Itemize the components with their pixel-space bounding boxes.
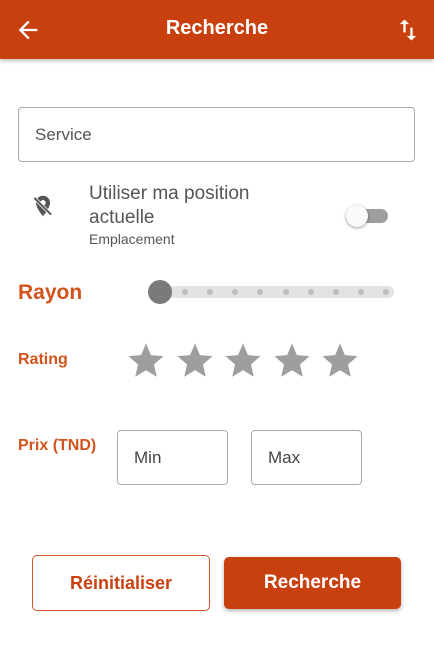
slider-step-dot bbox=[383, 289, 389, 295]
star-icon[interactable] bbox=[221, 340, 265, 382]
swap-vertical-icon[interactable] bbox=[394, 16, 422, 44]
radius-label: Rayon bbox=[18, 281, 83, 304]
use-location-toggle[interactable] bbox=[346, 205, 390, 227]
star-icon[interactable] bbox=[173, 340, 217, 382]
page-title: Recherche bbox=[165, 17, 269, 39]
slider-thumb[interactable] bbox=[148, 280, 172, 304]
app-bar: Recherche bbox=[0, 0, 434, 59]
price-min-input[interactable] bbox=[117, 430, 228, 485]
rating-stars bbox=[124, 340, 364, 382]
location-off-icon bbox=[33, 195, 53, 217]
slider-step-dot bbox=[357, 289, 364, 295]
star-icon[interactable] bbox=[318, 340, 362, 382]
star-icon[interactable] bbox=[270, 340, 314, 382]
price-max-input[interactable] bbox=[251, 430, 362, 485]
search-button[interactable]: Recherche bbox=[224, 557, 401, 609]
radius-slider[interactable] bbox=[148, 280, 394, 304]
price-label: Prix (TND) bbox=[18, 437, 97, 454]
search-screen: Recherche Utiliser ma position actuelle … bbox=[0, 0, 434, 653]
reset-button[interactable]: Réinitialiser bbox=[32, 555, 210, 611]
toggle-thumb bbox=[346, 205, 368, 227]
service-input[interactable] bbox=[18, 107, 415, 162]
location-subtitle: Emplacement bbox=[89, 231, 175, 247]
slider-step-dot bbox=[332, 289, 339, 295]
slider-step-dot bbox=[307, 289, 314, 295]
rating-label: Rating bbox=[18, 351, 68, 368]
slider-step-dot bbox=[282, 289, 289, 295]
star-icon[interactable] bbox=[124, 340, 168, 382]
use-location-label: Utiliser ma position actuelle bbox=[89, 183, 250, 228]
